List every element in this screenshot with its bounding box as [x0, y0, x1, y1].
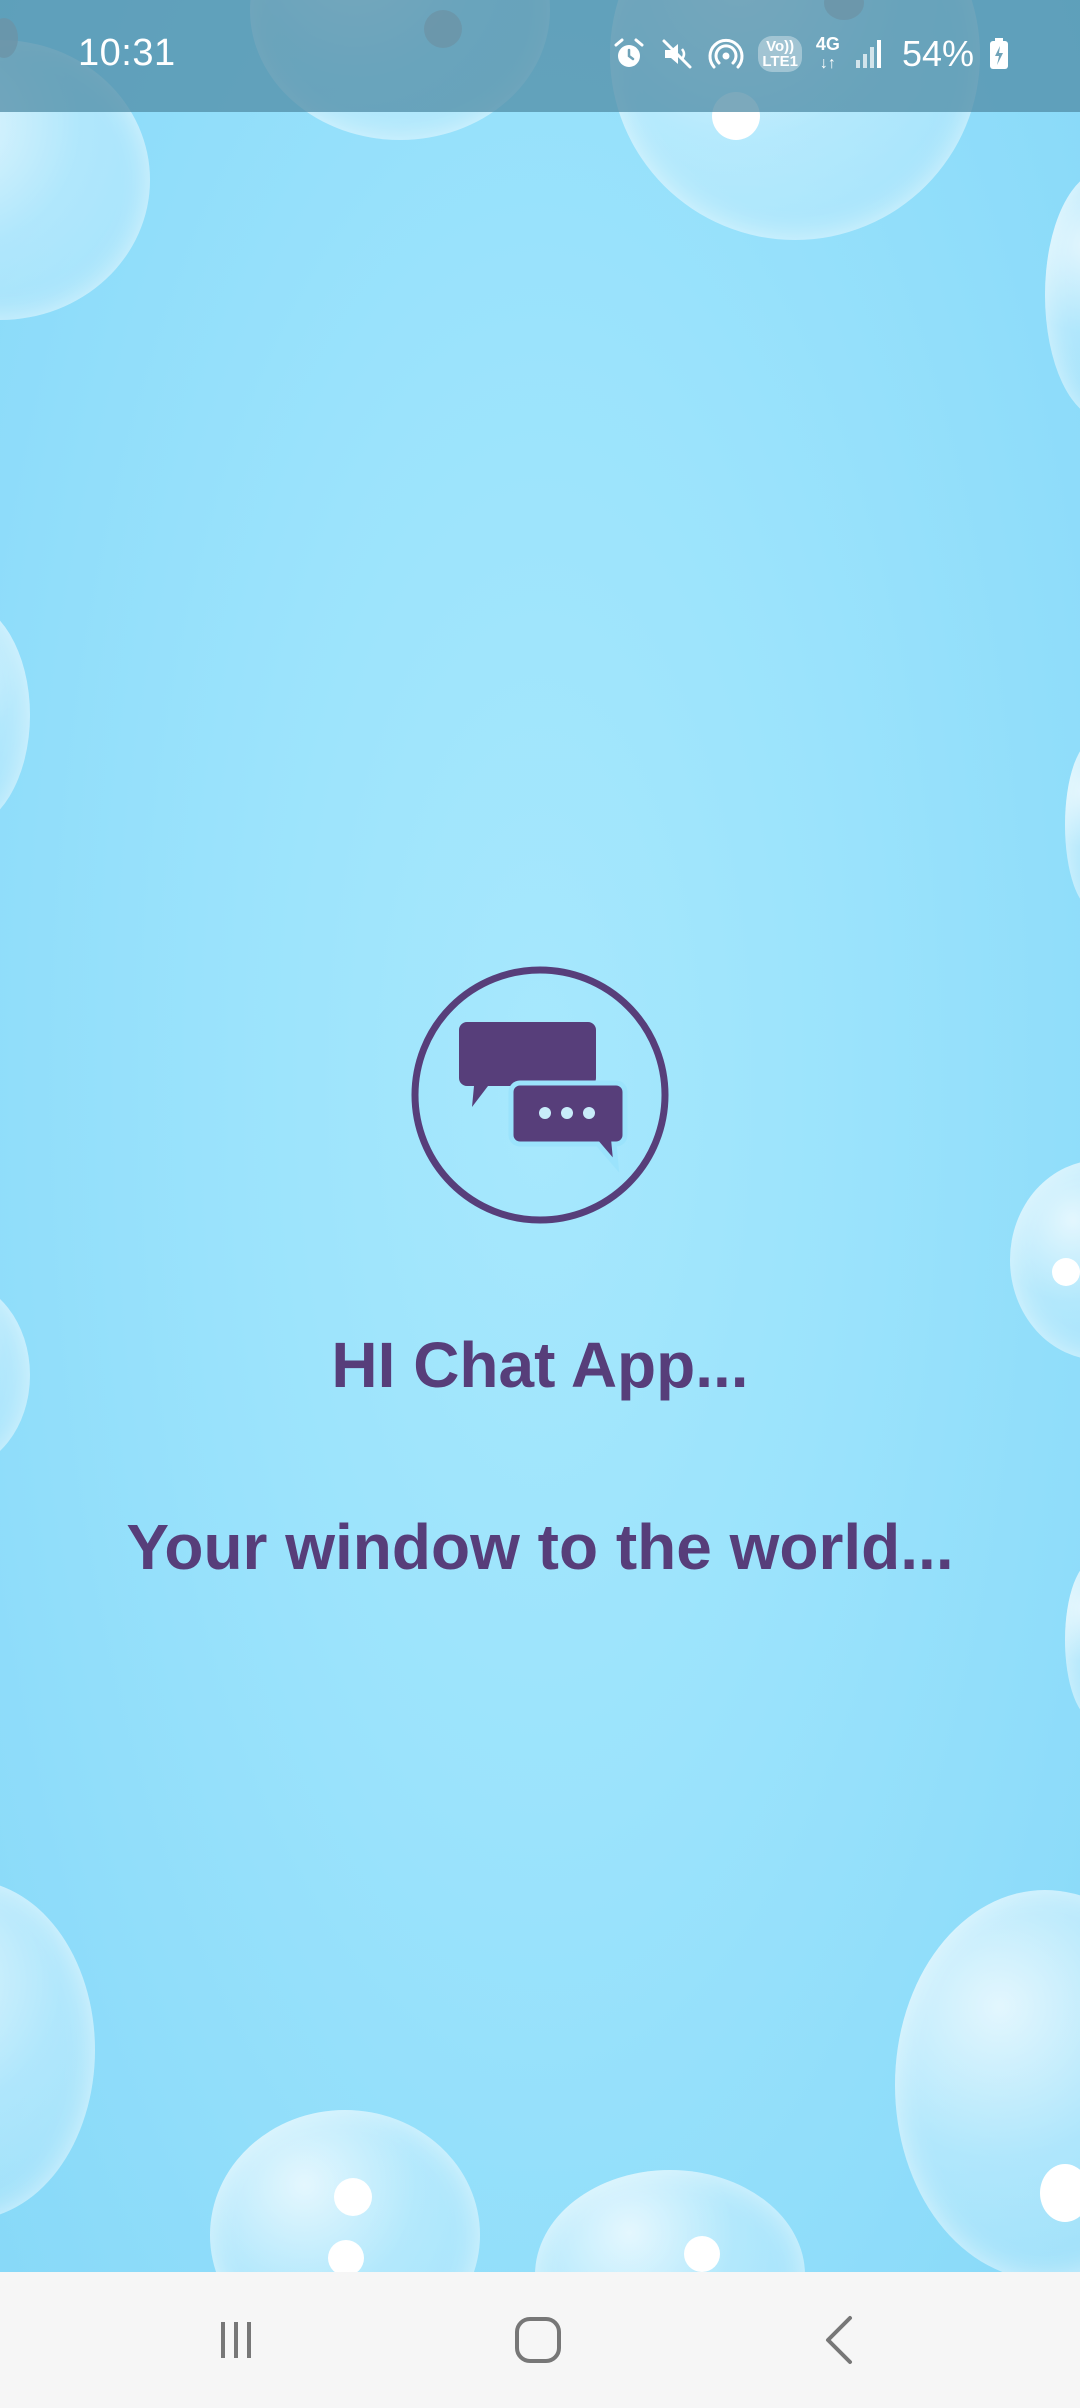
- bubble-decoration: [1065, 1560, 1080, 1720]
- bubble-decoration: [895, 1890, 1080, 2280]
- hotspot-icon: [708, 36, 744, 72]
- volte-icon: Vo)) LTE1: [758, 36, 802, 72]
- status-time: 10:31: [78, 32, 176, 74]
- status-bar: 10:31 Vo)) LTE1 4G ↓↑ 54%: [0, 0, 1080, 112]
- 4g-icon: 4G ↓↑: [815, 34, 840, 72]
- status-icons: Vo)) LTE1 4G ↓↑ 54%: [612, 30, 1010, 78]
- alarm-icon: [612, 37, 646, 71]
- bubble-decoration: [0, 1880, 95, 2220]
- app-title: HI Chat App...: [331, 1329, 749, 1401]
- signal-icon: [854, 38, 884, 70]
- bubble-highlight: [1052, 1258, 1080, 1286]
- splash-screen: 10:31 Vo)) LTE1 4G ↓↑ 54% HI Chat App...…: [0, 0, 1080, 2408]
- recent-apps-icon: [221, 2322, 251, 2358]
- back-button[interactable]: [780, 2300, 900, 2380]
- network-type-label: 4G: [815, 34, 840, 54]
- bubble-decoration: [0, 600, 30, 830]
- bubble-highlight: [684, 2236, 720, 2272]
- bubble-highlight: [334, 2178, 372, 2216]
- back-icon: [826, 2316, 852, 2364]
- home-button[interactable]: [478, 2300, 598, 2380]
- battery-percent: 54%: [901, 33, 974, 74]
- mute-icon: [660, 37, 694, 71]
- chat-bubbles-icon: [410, 965, 670, 1225]
- volte-label-bottom: LTE1: [762, 53, 798, 70]
- bubble-decoration: [1045, 170, 1080, 420]
- recent-apps-button[interactable]: [176, 2300, 296, 2380]
- home-icon: [515, 2317, 561, 2363]
- bubble-highlight: [328, 2240, 364, 2276]
- battery-charging-icon: [988, 37, 1010, 71]
- navigation-bar: [0, 2272, 1080, 2408]
- bubble-decoration: [1065, 740, 1080, 910]
- app-tagline: Your window to the world...: [126, 1511, 954, 1583]
